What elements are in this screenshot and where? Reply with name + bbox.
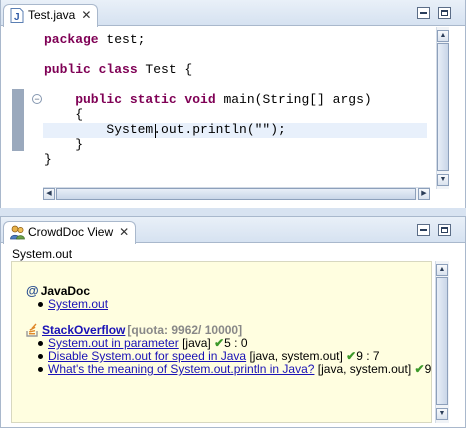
stackoverflow-icon [26, 323, 40, 337]
maximize-view-button[interactable] [438, 224, 451, 236]
close-view-icon[interactable]: ✕ [119, 225, 129, 239]
editor-window-buttons [417, 7, 451, 19]
code-line: System.out.println(""); [44, 122, 286, 137]
question-link[interactable]: Disable System.out for speed in Java [48, 349, 246, 363]
scroll-left-icon[interactable]: ◀ [43, 188, 55, 200]
editor-hscroll-thumb[interactable] [56, 188, 416, 200]
minimize-button[interactable] [417, 7, 430, 19]
question-score: 9 : 7 [356, 349, 380, 363]
editor-panel: J Test.java ✕ − package test; public cla… [0, 0, 466, 212]
question-link[interactable]: What's the meaning of System.out.println… [48, 362, 314, 376]
checkmark-icon: ✔ [214, 336, 225, 350]
list-item: System.out [26, 298, 431, 311]
code-line: } [44, 137, 84, 152]
selected-element-label: System.out [12, 247, 73, 261]
stackoverflow-heading: StackOverflow [quota: 9962/ 10000] [26, 323, 431, 337]
scroll-up-icon[interactable]: ▲ [437, 30, 449, 42]
minimize-view-button[interactable] [417, 224, 430, 236]
editor-vertical-scrollbar[interactable]: ▲ ▼ [436, 27, 449, 189]
maximize-button[interactable] [438, 7, 451, 19]
tab-test-java[interactable]: J Test.java ✕ [3, 4, 99, 27]
close-tab-icon[interactable]: ✕ [81, 8, 91, 22]
code-editor[interactable]: package test; public class Test { public… [44, 32, 372, 167]
javadoc-heading: @ JavaDoc [26, 283, 431, 298]
code-line: public static void main(String[] args) [44, 92, 372, 107]
editor-tabbar: J Test.java ✕ [1, 0, 465, 27]
code-line: public class Test { [44, 62, 193, 77]
stackoverflow-link[interactable]: StackOverflow [42, 323, 125, 337]
view-window-buttons [417, 224, 451, 236]
question-link[interactable]: System.out in parameter [48, 336, 179, 350]
question-tags: [java, system.out] [317, 362, 412, 376]
question-tags: [java, system.out] [249, 349, 343, 363]
people-icon [10, 225, 25, 240]
checkmark-icon: ✔ [346, 349, 357, 363]
javadoc-link[interactable]: System.out [48, 297, 108, 311]
text-caret [155, 124, 156, 138]
editor-horizontal-scrollbar[interactable]: ◀ ▶ [43, 187, 430, 200]
code-line: } [44, 152, 52, 167]
quota-text: [quota: 9962/ 10000] [127, 323, 243, 337]
view-scroll-down-icon[interactable]: ▼ [436, 408, 448, 420]
list-item: What's the meaning of System.out.println… [26, 362, 448, 376]
editor-vscroll-thumb[interactable] [437, 43, 449, 171]
javadoc-heading-text: JavaDoc [40, 283, 91, 298]
svg-text:J: J [14, 12, 20, 23]
view-vscroll-thumb[interactable] [436, 277, 448, 405]
view-tab-title: CrowdDoc View [28, 225, 114, 239]
code-line: package test; [44, 32, 146, 47]
question-score: 5 : 0 [224, 336, 248, 350]
tab-crowddoc-view[interactable]: CrowdDoc View ✕ [3, 221, 137, 244]
at-sign-icon: @ [26, 283, 39, 298]
java-file-icon: J [10, 8, 24, 23]
ruler-range-indicator [12, 89, 24, 151]
fold-collapse-icon[interactable]: − [32, 94, 42, 104]
doc-content-area: @ JavaDoc System.out StackOverflow [quot… [11, 261, 448, 423]
annotation-ruler [10, 27, 24, 189]
scroll-right-icon[interactable]: ▶ [418, 188, 430, 200]
view-scroll-up-icon[interactable]: ▲ [436, 264, 448, 276]
stackoverflow-list: System.out in parameter [java] ✔5 : 0 Di… [26, 336, 448, 376]
view-vertical-scrollbar[interactable]: ▲ ▼ [435, 261, 449, 423]
javadoc-list: System.out [26, 298, 431, 311]
crowddoc-panel: CrowdDoc View ✕ System.out @ JavaDoc Sys… [0, 216, 466, 428]
tab-title: Test.java [28, 8, 76, 22]
view-tabbar: CrowdDoc View ✕ [1, 217, 465, 244]
code-line: { [44, 107, 84, 122]
checkmark-icon: ✔ [414, 362, 425, 376]
question-tags: [java] [182, 336, 211, 350]
scroll-down-icon[interactable]: ▼ [437, 174, 449, 186]
